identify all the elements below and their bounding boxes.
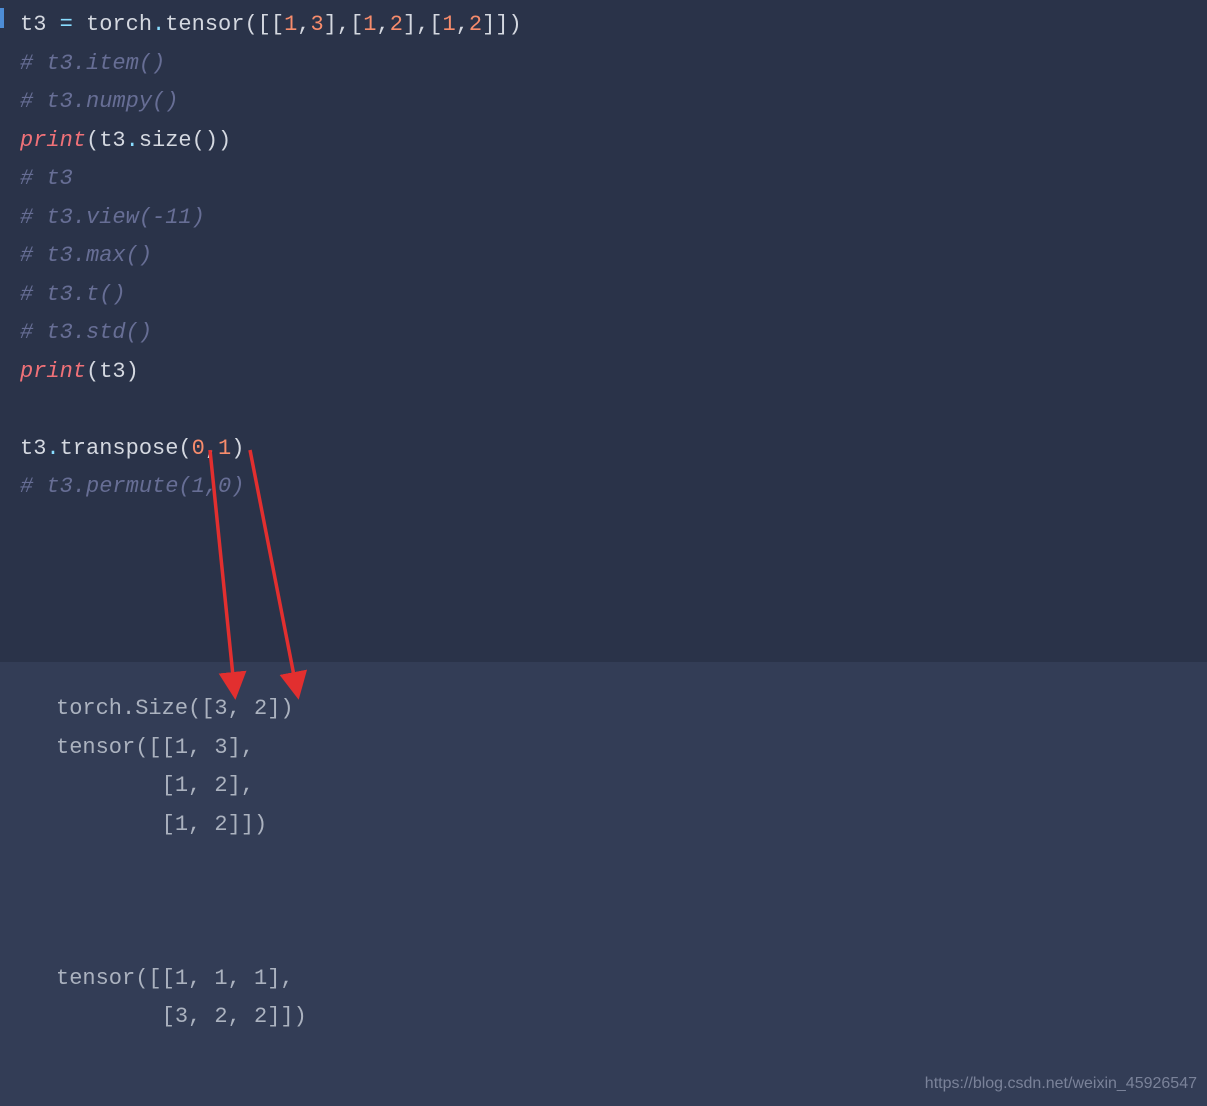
code-comment: # t3.view(-11) (20, 205, 205, 230)
code-token: size()) (139, 128, 231, 153)
code-token: transpose( (60, 436, 192, 461)
code-token: 3 (310, 12, 323, 37)
code-token: ) (231, 436, 244, 461)
code-token: , (376, 12, 389, 37)
code-comment: # t3.std() (20, 320, 152, 345)
code-token: = (60, 12, 73, 37)
code-line[interactable]: # t3.max() (20, 237, 1207, 276)
code-token: . (46, 436, 59, 461)
code-line[interactable]: t3.transpose(0,1) (20, 430, 1207, 469)
code-token: t3 (20, 12, 60, 37)
output-line: [1, 2]]) (56, 806, 1207, 845)
code-token: print (20, 128, 86, 153)
code-token: (t3 (86, 128, 126, 153)
code-comment: # t3.t() (20, 282, 126, 307)
code-comment: # t3.permute(1,0) (20, 474, 244, 499)
code-line[interactable]: print(t3) (20, 353, 1207, 392)
output-line: [1, 2], (56, 767, 1207, 806)
code-token: 1 (218, 436, 231, 461)
watermark-text: https://blog.csdn.net/weixin_45926547 (925, 1070, 1197, 1098)
code-line[interactable]: t3 = torch.tensor([[1,3],[1,2],[1,2]]) (20, 6, 1207, 45)
code-token: , (297, 12, 310, 37)
output-line: torch.Size([3, 2]) (56, 690, 1207, 729)
code-token: . (152, 12, 165, 37)
code-token: 2 (469, 12, 482, 37)
output-line: tensor([[1, 3], (56, 729, 1207, 768)
code-token: t3 (20, 436, 46, 461)
output-line (56, 844, 1207, 883)
code-token: torch (73, 12, 152, 37)
code-line[interactable]: # t3.t() (20, 276, 1207, 315)
code-line[interactable] (20, 391, 1207, 430)
code-token: print (20, 359, 86, 384)
code-line[interactable]: # t3.view(-11) (20, 199, 1207, 238)
output-cell: torch.Size([3, 2]) tensor([[1, 3], [1, 2… (0, 662, 1207, 1106)
code-token: ],[ (324, 12, 364, 37)
output-line (56, 921, 1207, 960)
code-token: , (456, 12, 469, 37)
output-line: tensor([[1, 1, 1], (56, 960, 1207, 999)
code-token: ],[ (403, 12, 443, 37)
code-line[interactable]: print(t3.size()) (20, 122, 1207, 161)
code-token: ]]) (482, 12, 522, 37)
code-token: 0 (192, 436, 205, 461)
output-line (56, 883, 1207, 922)
code-token: tensor([[ (165, 12, 284, 37)
code-token: 1 (363, 12, 376, 37)
code-comment: # t3.max() (20, 243, 152, 268)
code-token: 1 (443, 12, 456, 37)
code-comment: # t3.numpy() (20, 89, 178, 114)
code-line[interactable]: # t3 (20, 160, 1207, 199)
code-token: , (205, 436, 218, 461)
code-line[interactable]: # t3.std() (20, 314, 1207, 353)
code-input-cell[interactable]: t3 = torch.tensor([[1,3],[1,2],[1,2]]) #… (0, 0, 1207, 662)
code-line[interactable]: # t3.item() (20, 45, 1207, 84)
code-token: 2 (390, 12, 403, 37)
output-line: [3, 2, 2]]) (56, 998, 1207, 1037)
code-line[interactable]: # t3.permute(1,0) (20, 468, 1207, 507)
code-token: (t3) (86, 359, 139, 384)
code-line[interactable]: # t3.numpy() (20, 83, 1207, 122)
code-comment: # t3.item() (20, 51, 165, 76)
code-token: . (126, 128, 139, 153)
code-token: 1 (284, 12, 297, 37)
code-comment: # t3 (20, 166, 73, 191)
